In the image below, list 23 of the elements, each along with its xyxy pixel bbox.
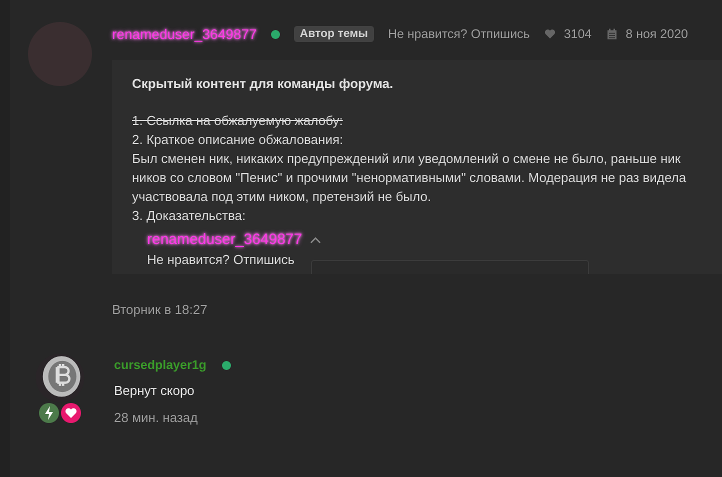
post-text-line: 2. Краткое описание обжалования: [132, 131, 344, 149]
heart-badge-icon [61, 403, 81, 423]
post-text-line: 1. Ссылка на обжалуемую жалобу: [132, 112, 344, 130]
post-time: Вторник в 18:27 [112, 302, 208, 317]
hidden-content-title: Скрытый контент для команды форума. [132, 76, 394, 91]
likes-count: 3104 [564, 27, 592, 41]
post-text-line: ников со словом "Пенис" и прочими "ненормативными" словами. Модерация не раз видела [132, 169, 688, 187]
post-date: 8 ноя 2020 [626, 27, 688, 41]
username-link[interactable]: renameduser_3649877 [147, 231, 302, 248]
username-link[interactable]: renameduser_3649877 [112, 26, 257, 42]
user-signature: Не нравится? Отпишись [147, 251, 295, 267]
post-time: 28 мин. назад [114, 410, 199, 425]
post-text-line: Был сменен ник, никаких предупреждений или уведомлений о смене не было, раньше ник [132, 150, 682, 168]
post-text-line: 3. Доказательства: [132, 207, 247, 225]
lightning-badge-icon [39, 403, 59, 423]
username-link[interactable]: cursedplayer1g [114, 358, 206, 372]
user-signature: Не нравится? Отпишись [388, 27, 530, 41]
caret-up-icon[interactable] [310, 236, 322, 244]
post-text-line: участвовала под этим ником, претензий не было. [132, 188, 432, 206]
comment-text: Вернут скоро [114, 383, 196, 398]
heart-icon [544, 28, 556, 40]
author-badge: Автор темы [294, 26, 374, 42]
calendar-icon [606, 28, 618, 40]
